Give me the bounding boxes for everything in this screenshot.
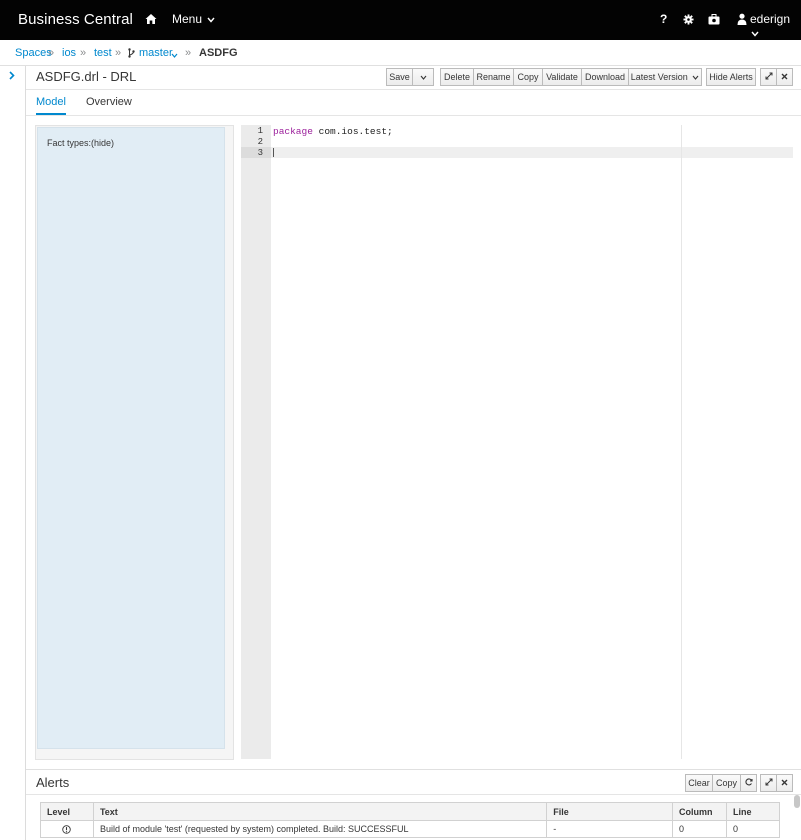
home-icon[interactable]: [145, 13, 157, 25]
fact-types-label: Fact types:: [47, 138, 92, 148]
breadcrumb-branch-master[interactable]: master: [139, 47, 173, 59]
breadcrumb-separator: »: [48, 47, 55, 59]
fact-types-header: Fact types:(hide): [47, 138, 114, 148]
close-icon: [781, 73, 788, 80]
validate-button[interactable]: Validate: [542, 68, 582, 86]
column-header-column[interactable]: Column: [672, 802, 728, 821]
refresh-alerts-button[interactable]: [740, 774, 757, 792]
breadcrumb-active-asdfg: ASDFG: [199, 47, 238, 59]
user-menu-dropdown[interactable]: ederign: [750, 12, 801, 40]
expand-icon: [765, 72, 772, 80]
brand-title[interactable]: Business Central: [18, 11, 133, 28]
tab-model[interactable]: Model: [36, 96, 66, 108]
alerts-divider: [26, 794, 801, 795]
column-header-line[interactable]: Line: [726, 802, 780, 821]
user-icon[interactable]: [737, 13, 747, 25]
breadcrumb-separator: »: [115, 47, 122, 59]
top-navbar: Business Central Menu ? ederign: [0, 0, 801, 40]
close-button[interactable]: [776, 68, 793, 86]
breadcrumb-project-test[interactable]: test: [94, 47, 112, 59]
breadcrumb: Spaces » ios » test » master » ASDFG: [0, 40, 801, 66]
chevron-down-icon: [751, 31, 759, 37]
alert-line-cell: 0: [726, 820, 780, 838]
maximize-button[interactable]: [760, 68, 777, 86]
maximize-alerts-button[interactable]: [760, 774, 777, 792]
fact-types-hide-link[interactable]: (hide): [91, 138, 114, 148]
close-icon: [781, 779, 788, 786]
download-button[interactable]: Download: [581, 68, 629, 86]
line-number: 1: [257, 126, 263, 136]
rename-button[interactable]: Rename: [473, 68, 514, 86]
info-circle-icon: [62, 825, 72, 834]
table-row[interactable]: Build of module 'test' (requested by sys…: [40, 820, 780, 838]
help-icon[interactable]: ?: [660, 12, 667, 26]
alert-column-cell: 0: [672, 820, 728, 838]
chevron-right-icon[interactable]: [9, 71, 15, 80]
copy-button[interactable]: Copy: [513, 68, 543, 86]
alert-level-cell: [40, 820, 94, 838]
fact-types-panel: [37, 127, 225, 749]
copy-alerts-button[interactable]: Copy: [712, 774, 741, 792]
breadcrumb-space-ios[interactable]: ios: [62, 47, 76, 59]
menu-label: Menu: [172, 12, 203, 26]
close-alerts-button[interactable]: [776, 774, 793, 792]
hide-alerts-button[interactable]: Hide Alerts: [706, 68, 756, 86]
briefcase-icon[interactable]: [708, 14, 720, 25]
code-keyword: package: [273, 126, 313, 137]
editor-title: ASDFG.drl - DRL: [36, 69, 137, 84]
save-button[interactable]: Save: [386, 68, 413, 86]
refresh-icon: [744, 778, 753, 786]
breadcrumb-separator: »: [185, 47, 192, 59]
alerts-title: Alerts: [36, 775, 70, 790]
column-header-file[interactable]: File: [546, 802, 674, 821]
alert-text-cell: Build of module 'test' (requested by sys…: [92, 820, 548, 838]
alerts-header-row: Level Text File Column Line: [40, 802, 780, 821]
gear-icon[interactable]: [683, 14, 694, 25]
code-text: com.ios.test;: [312, 126, 393, 137]
alert-file-cell: -: [546, 820, 674, 838]
chevron-down-icon: [207, 17, 215, 23]
line-number: 2: [257, 137, 263, 147]
save-options-dropdown[interactable]: [412, 68, 434, 86]
code-editor[interactable]: [241, 125, 793, 759]
column-header-level[interactable]: Level: [40, 802, 94, 821]
breadcrumb-spaces[interactable]: Spaces: [15, 47, 52, 59]
alerts-top-divider: [26, 769, 801, 770]
expand-icon: [765, 778, 772, 786]
line-number: 3: [257, 148, 263, 158]
clear-alerts-button[interactable]: Clear: [685, 774, 713, 792]
column-header-text[interactable]: Text: [92, 802, 548, 821]
delete-button[interactable]: Delete: [440, 68, 474, 86]
breadcrumb-separator: »: [80, 47, 87, 59]
latest-version-dropdown[interactable]: Latest Version: [628, 68, 702, 86]
tab-overview[interactable]: Overview: [86, 96, 132, 108]
chevron-down-icon[interactable]: [171, 49, 178, 61]
alerts-table: Level Text File Column Line Build of mod…: [40, 802, 780, 838]
tabs-divider: [26, 115, 801, 116]
text-cursor: [273, 148, 274, 157]
active-line-highlight: [271, 147, 793, 158]
chevron-down-icon: [692, 75, 699, 80]
main-menu-dropdown[interactable]: Menu: [172, 12, 215, 26]
latest-version-label: Latest Version: [630, 72, 688, 82]
left-panel-strip: [0, 66, 26, 840]
alerts-scrollbar[interactable]: [794, 795, 800, 808]
user-name-label: ederign: [750, 12, 791, 26]
header-divider: [26, 89, 801, 90]
line-number-gutter: [241, 125, 271, 759]
chevron-down-icon: [420, 75, 426, 80]
code-line: package com.ios.test;: [273, 126, 393, 137]
branch-icon: [128, 48, 135, 61]
print-margin-line: [681, 125, 682, 759]
